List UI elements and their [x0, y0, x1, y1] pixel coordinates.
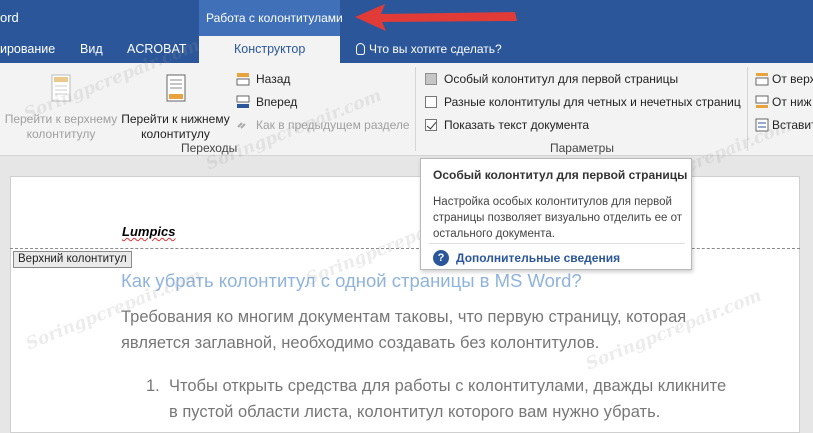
list-number: 1. [146, 377, 160, 395]
go-to-footer-label: Перейти к нижнему колонтитулу [121, 112, 230, 141]
tab-view[interactable]: Вид [80, 42, 103, 56]
different-first-page-checkbox[interactable]: Особый колонтитул для первой страницы [425, 72, 678, 86]
footer-position-icon [755, 95, 769, 108]
tab-design[interactable]: Конструктор [199, 36, 341, 63]
lightbulb-icon [356, 43, 365, 55]
red-arrow-annotation [355, 4, 517, 31]
header-from-top-control[interactable]: От верх [755, 72, 813, 86]
tooltip-title: Особый колонтитул для первой страницы [433, 168, 688, 182]
context-tab-group-header: Работа с колонтитулами [199, 0, 343, 36]
different-first-page-label: Особый колонтитул для первой страницы [444, 72, 679, 86]
ribbon: Перейти к верхнему колонтитулу Перейти к… [0, 63, 813, 156]
tooltip-body: Настройка особых колонтитулов для первой… [433, 196, 683, 240]
group-separator [747, 67, 748, 151]
go-to-header-label: Перейти к верхнему колонтитулу [4, 112, 118, 141]
next-label: Вперед [256, 95, 298, 109]
ribbon-tab-row: ирование Вид ACROBAT Конструктор Что вы … [0, 36, 813, 63]
header-position-icon [755, 73, 769, 86]
footer-page-icon [166, 74, 185, 102]
checkbox-box [425, 73, 437, 85]
link-to-previous-button[interactable]: Как в предыдущем разделе [236, 118, 410, 132]
insert-alignment-tab-label: Вставит [772, 118, 813, 132]
link-to-previous-label: Как в предыдущем разделе [256, 118, 410, 132]
insert-alignment-tab-button[interactable]: Вставит [755, 118, 813, 132]
paragraph-line: является заглавной, необходимо создавать… [121, 334, 600, 352]
previous-button[interactable]: Назад [236, 72, 290, 86]
help-icon: ? [433, 250, 449, 266]
go-to-header-button[interactable]: Перейти к верхнему колонтитулу [2, 73, 120, 142]
header-tag: Верхний колонтитул [13, 251, 132, 268]
odd-even-checkbox[interactable]: Разные колонтитулы для четных и нечетных… [425, 95, 741, 109]
group-separator [415, 67, 416, 151]
document-heading: Как убрать колонтитул с одной страницы в… [121, 270, 582, 291]
tell-me-box[interactable]: Что вы хотите сделать? [356, 42, 502, 56]
show-document-text-label: Показать текст документа [444, 118, 590, 132]
paragraph-line: Требования ко многим документам таковы, … [121, 308, 687, 326]
footer-from-bottom-label: От ниж [772, 95, 812, 109]
navigation-group-label: Переходы [181, 141, 238, 155]
tooltip-more-info-link[interactable]: ? Дополнительные сведения [433, 250, 620, 266]
header-content-text[interactable]: Lumpics [122, 224, 175, 239]
alignment-tab-icon [755, 118, 769, 132]
checkbox-box [425, 119, 437, 131]
link-icon [237, 122, 246, 129]
header-page-icon [51, 74, 71, 102]
options-group-label: Параметры [550, 141, 614, 155]
list-item-line: Чтобы открыть средства для работы с коло… [169, 377, 727, 395]
next-button[interactable]: Вперед [236, 95, 297, 109]
tooltip-link-label: Дополнительные сведения [456, 251, 621, 265]
header-from-top-label: От верх [772, 72, 813, 86]
tooltip-different-first-page: Особый колонтитул для первой страницы На… [420, 158, 692, 270]
app-title: ord [0, 10, 19, 25]
show-document-text-checkbox[interactable]: Показать текст документа [425, 118, 589, 132]
footer-from-bottom-control[interactable]: От ниж [755, 95, 812, 109]
tooltip-divider [429, 243, 685, 244]
tell-me-text: Что вы хотите сделать? [369, 42, 502, 56]
go-to-footer-button[interactable]: Перейти к нижнему колонтитулу [118, 73, 233, 142]
list-item-line: в пустой области листа, колонтитул котор… [169, 403, 661, 421]
tab-review[interactable]: ирование [0, 42, 55, 56]
title-bar: ord Работа с колонтитулами [0, 0, 813, 36]
previous-label: Назад [256, 72, 291, 86]
next-section-icon [236, 95, 250, 108]
context-group-label: Работа с колонтитулами [206, 11, 343, 25]
checkbox-box [425, 96, 437, 108]
odd-even-label: Разные колонтитулы для четных и нечетных… [444, 95, 741, 109]
previous-section-icon [236, 73, 250, 86]
tab-acrobat[interactable]: ACROBAT [127, 42, 187, 56]
